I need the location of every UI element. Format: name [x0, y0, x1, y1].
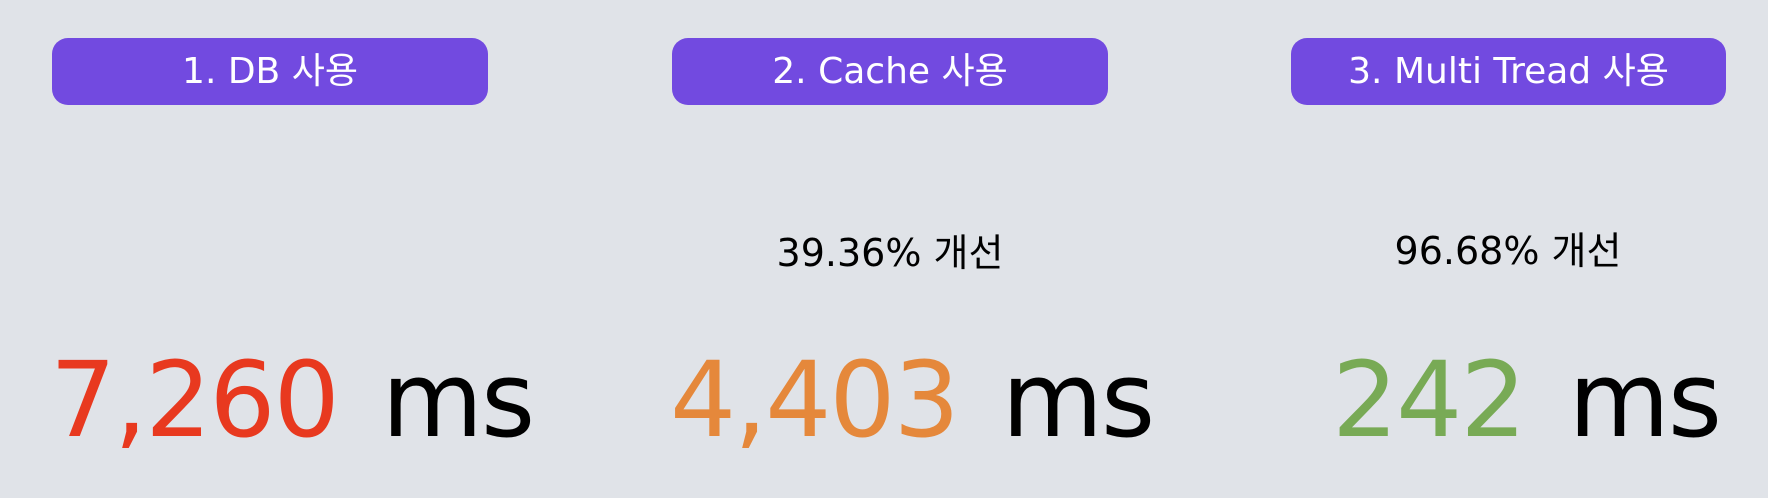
card-1-value: 7,260: [50, 339, 340, 461]
card-2-title: 2. Cache 사용: [772, 51, 1008, 92]
card-1-title-badge: 1. DB 사용: [52, 38, 488, 105]
card-1-metric: 7,260 ms: [50, 339, 535, 461]
card-2-value: 4,403: [670, 339, 960, 461]
card-2-improvement: 39.36% 개선: [776, 231, 1004, 275]
card-1-title: 1. DB 사용: [182, 51, 358, 92]
card-3-metric: 242 ms: [1332, 339, 1722, 461]
card-2-unit: ms: [1001, 339, 1155, 461]
card-3-title-badge: 3. Multi Tread 사용: [1291, 38, 1726, 105]
card-1-unit: ms: [381, 339, 535, 461]
card-2-title-badge: 2. Cache 사용: [672, 38, 1108, 105]
card-2-metric: 4,403 ms: [670, 339, 1155, 461]
card-3-unit: ms: [1568, 339, 1722, 461]
card-3-value: 242: [1332, 339, 1527, 461]
card-3-improvement: 96.68% 개선: [1394, 229, 1622, 273]
card-3-title: 3. Multi Tread 사용: [1348, 51, 1669, 92]
